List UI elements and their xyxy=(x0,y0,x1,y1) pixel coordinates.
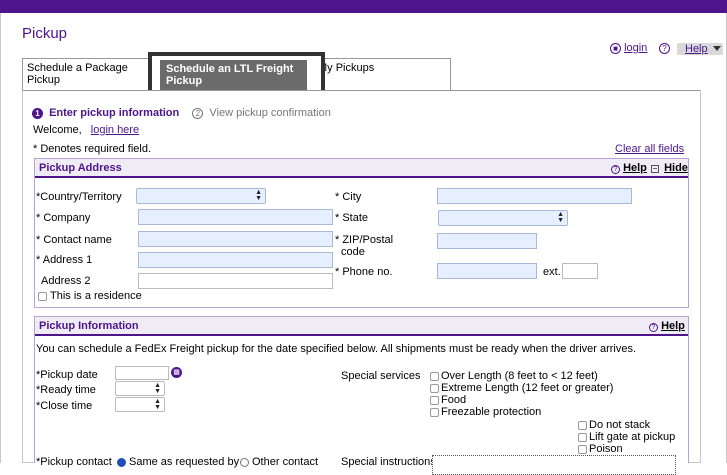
service-checkbox-extreme-length[interactable] xyxy=(430,384,439,393)
other-contact-label: Other contact xyxy=(252,456,319,468)
chevron-down-icon xyxy=(713,46,721,51)
state-select[interactable]: ▲ ▼ xyxy=(438,210,568,226)
select-arrows-icon: ▲ ▼ xyxy=(255,189,262,202)
address-help-link[interactable]: Help xyxy=(623,162,647,174)
zip-label: * ZIP/Postal code xyxy=(335,234,393,258)
special-services-label: Special services xyxy=(341,370,421,382)
select-arrows-icon: ▲ ▼ xyxy=(557,211,564,224)
help-link[interactable]: Help xyxy=(685,43,708,55)
welcome-text: Welcome, xyxy=(33,124,82,136)
step-2-icon: 2 xyxy=(192,108,204,119)
tab-label: Schedule a Package Pickup xyxy=(27,62,128,86)
address-help-group[interactable]: ? Help xyxy=(611,162,647,174)
service-checkbox-poison[interactable] xyxy=(578,445,587,454)
address2-label: Address 2 xyxy=(41,275,91,287)
phone-field[interactable] xyxy=(437,263,537,279)
step-indicator: 1 Enter pickup information 2 View pickup… xyxy=(32,107,331,119)
step-2-label: View pickup confirmation xyxy=(209,107,331,119)
service-label-freezable: Freezable protection xyxy=(441,406,542,418)
same-as-requested-label: Same as requested by xyxy=(129,456,240,468)
step-1-label: Enter pickup information xyxy=(49,107,180,119)
city-field[interactable] xyxy=(437,188,632,204)
address2-field[interactable] xyxy=(138,273,333,289)
tab-schedule-package-pickup[interactable]: Schedule a Package Pickup xyxy=(22,58,154,90)
tab-label: My Pickups xyxy=(318,62,375,74)
pickup-contact-label: *Pickup contact xyxy=(36,456,112,468)
company-label: * Company xyxy=(36,212,91,224)
address1-field[interactable] xyxy=(138,252,333,268)
residence-checkbox[interactable] xyxy=(38,292,47,301)
tab-my-pickups[interactable]: My Pickups xyxy=(313,58,451,90)
service-label-over-length: Over Length (8 feet to < 12 feet) xyxy=(441,370,598,382)
section-header: Pickup Information ? Help xyxy=(35,317,688,336)
service-checkbox-food[interactable] xyxy=(430,396,439,405)
special-instructions-field[interactable] xyxy=(432,455,676,475)
login-link[interactable]: login xyxy=(624,42,647,54)
country-label: *Country/Territory xyxy=(36,191,122,203)
state-label: * State xyxy=(335,212,369,224)
zip-label-line1: * ZIP/Postal xyxy=(335,234,394,246)
section-title: Pickup Address xyxy=(39,162,122,174)
city-label: * City xyxy=(335,191,362,203)
login-link-group[interactable]: ■ login xyxy=(610,42,647,54)
info-help-group[interactable]: ? Help xyxy=(649,320,685,332)
pickup-date-field[interactable] xyxy=(115,366,169,380)
help-dropdown[interactable]: Help xyxy=(677,43,723,55)
residence-label: This is a residence xyxy=(50,290,142,302)
hide-toggle[interactable]: − Hide xyxy=(651,162,688,174)
ready-time-select[interactable]: ▲ ▼ xyxy=(115,381,165,396)
page-title: Pickup xyxy=(22,25,68,42)
pickup-info-description: You can schedule a FedEx Freight pickup … xyxy=(36,343,637,355)
service-checkbox-do-not-stack[interactable] xyxy=(578,421,587,430)
address1-label: * Address 1 xyxy=(36,254,93,266)
special-instructions-label: Special instructions xyxy=(341,456,436,468)
contact-name-field[interactable] xyxy=(138,231,333,247)
required-note: * Denotes required field. xyxy=(33,143,152,155)
service-checkbox-lift-gate[interactable] xyxy=(578,433,587,442)
ready-time-label: *Ready time xyxy=(36,384,96,396)
service-label-lift-gate: Lift gate at pickup xyxy=(589,431,676,443)
step-1-icon: 1 xyxy=(32,108,43,119)
pickup-date-label: *Pickup date xyxy=(36,369,98,381)
collapse-icon: − xyxy=(651,164,659,173)
service-label-poison: Poison xyxy=(589,443,623,455)
service-checkbox-over-length[interactable] xyxy=(430,372,439,381)
clear-all-fields-link[interactable]: Clear all fields xyxy=(615,143,684,155)
help-question-icon: ? xyxy=(659,43,670,54)
close-time-select[interactable]: ▲ ▼ xyxy=(115,397,165,412)
close-time-label: *Close time xyxy=(36,400,93,412)
calendar-icon[interactable]: ▦ xyxy=(171,367,182,378)
welcome-line: Welcome, login here xyxy=(33,124,139,136)
zip-label-line2: code xyxy=(341,246,365,258)
top-brand-bar xyxy=(0,0,727,13)
hide-link[interactable]: Hide xyxy=(664,162,688,174)
service-label-food: Food xyxy=(441,394,467,406)
help-question-icon: ? xyxy=(649,323,658,332)
contact-name-label: * Contact name xyxy=(36,234,112,246)
company-field[interactable] xyxy=(138,209,333,225)
ext-label: ext. xyxy=(543,266,561,278)
lock-icon: ■ xyxy=(610,43,621,54)
phone-label: * Phone no. xyxy=(335,266,393,278)
select-arrows-icon: ▲ ▼ xyxy=(154,382,161,395)
country-select[interactable]: ▲ ▼ xyxy=(136,188,266,204)
service-label-extreme-length: Extreme Length (12 feet or greater) xyxy=(441,382,614,394)
select-arrows-icon: ▲ ▼ xyxy=(154,398,161,411)
login-here-link[interactable]: login here xyxy=(91,124,139,136)
pickup-address-section: Pickup Address ? Help − Hide xyxy=(34,158,689,308)
section-header: Pickup Address ? Help − Hide xyxy=(35,159,688,178)
service-label-do-not-stack: Do not stack xyxy=(589,419,651,431)
info-help-link[interactable]: Help xyxy=(661,320,685,332)
service-checkbox-freezable[interactable] xyxy=(430,408,439,417)
section-title: Pickup Information xyxy=(39,320,139,332)
help-question-icon: ? xyxy=(611,165,620,174)
zip-field[interactable] xyxy=(437,233,537,249)
ext-field[interactable] xyxy=(562,263,598,279)
